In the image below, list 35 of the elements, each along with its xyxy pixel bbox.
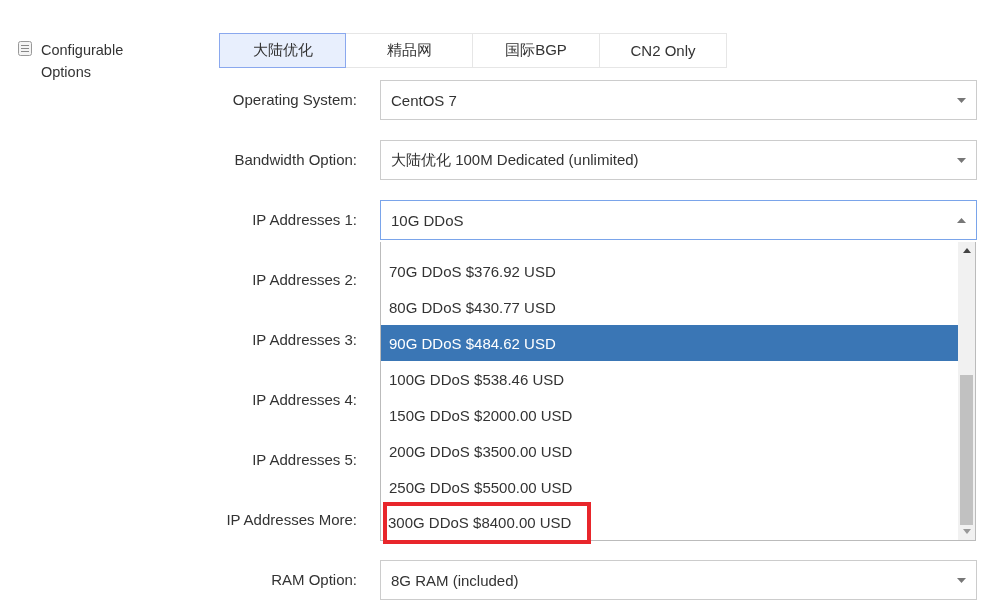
option-label: IP Addresses 3: — [251, 330, 357, 350]
dropdown-option[interactable]: 250G DDoS $5500.00 USD — [381, 469, 958, 505]
option-label: IP Addresses More: — [225, 510, 357, 530]
dropdown-option[interactable]: 200G DDoS $3500.00 USD — [381, 433, 958, 469]
caret-icon — [957, 217, 966, 223]
select-field[interactable]: 大陆优化 100M Dedicated (unlimited) — [380, 140, 977, 180]
section-title: Configurable Options — [41, 41, 125, 82]
option-label: Bandwidth Option: — [233, 150, 357, 170]
option-label: IP Addresses 1: — [251, 210, 357, 230]
scroll-down-icon[interactable] — [962, 529, 971, 534]
tab[interactable]: CN2 Only — [600, 33, 727, 68]
caret-icon — [957, 157, 966, 163]
dropdown-option[interactable]: 80G DDoS $430.77 USD — [381, 289, 958, 325]
dropdown-option[interactable]: 90G DDoS $484.62 USD — [381, 325, 958, 361]
option-label: Operating System: — [231, 90, 357, 110]
dropdown-option[interactable]: 70G DDoS $376.92 USD — [381, 253, 958, 289]
scroll-thumb[interactable] — [960, 375, 973, 525]
tab[interactable]: 国际BGP — [473, 33, 600, 68]
tab[interactable]: 精品网 — [346, 33, 473, 68]
dropdown-option[interactable]: 300G DDoS $8400.00 USD — [381, 505, 958, 541]
option-label: IP Addresses 4: — [251, 390, 357, 410]
scroll-up-icon[interactable] — [962, 248, 971, 253]
select-field[interactable]: 10G DDoS — [380, 200, 977, 240]
scrollbar[interactable] — [958, 242, 975, 540]
dropdown-option[interactable]: 150G DDoS $2000.00 USD — [381, 397, 958, 433]
select-field[interactable]: CentOS 7 — [380, 80, 977, 120]
dropdown-option[interactable]: 100G DDoS $538.46 USD — [381, 361, 958, 397]
list-icon — [18, 41, 32, 56]
caret-icon — [957, 577, 966, 583]
select-field[interactable]: 8G RAM (included) — [380, 560, 977, 600]
tab[interactable]: 大陆优化 — [219, 33, 346, 68]
option-label: RAM Option: — [270, 570, 357, 590]
option-label: IP Addresses 2: — [251, 270, 357, 290]
caret-icon — [957, 97, 966, 103]
option-label: IP Addresses 5: — [251, 450, 357, 470]
